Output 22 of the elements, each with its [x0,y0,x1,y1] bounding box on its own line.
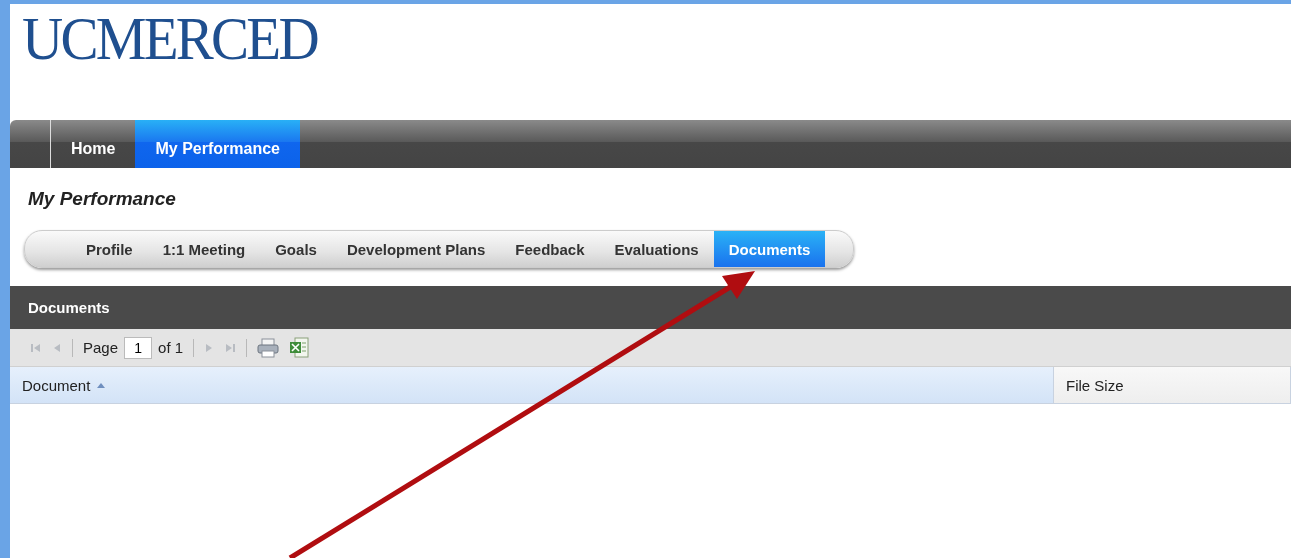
spreadsheet-export-icon[interactable] [289,336,310,359]
print-icon[interactable] [257,337,280,358]
nav-tab[interactable]: Home [51,120,136,168]
sort-ascending-icon [96,382,107,388]
sub-tab[interactable]: Feedback [500,231,600,267]
page-label: Page [83,339,119,356]
panel-title: Documents [28,299,110,316]
previous-page-icon[interactable] [52,341,62,354]
sub-tab[interactable]: Profile [71,231,148,267]
logo: UCMERCED [22,4,317,72]
sub-tab[interactable]: Goals [260,231,332,267]
page-count: of 1 [158,339,184,356]
page-title: My Performance [28,188,176,210]
last-page-icon[interactable] [224,341,237,354]
nav-tab[interactable]: My Performance [135,120,300,168]
column-header[interactable]: File Size [1054,367,1291,403]
page-number-field[interactable]: 1 [124,336,153,359]
first-page-icon[interactable] [30,341,42,354]
sub-tab[interactable]: Development Plans [331,231,501,267]
column-header[interactable]: Document [10,367,1054,403]
sub-tab[interactable]: Evaluations [599,231,714,267]
sub-tab[interactable]: 1:1 Meeting [147,231,261,267]
